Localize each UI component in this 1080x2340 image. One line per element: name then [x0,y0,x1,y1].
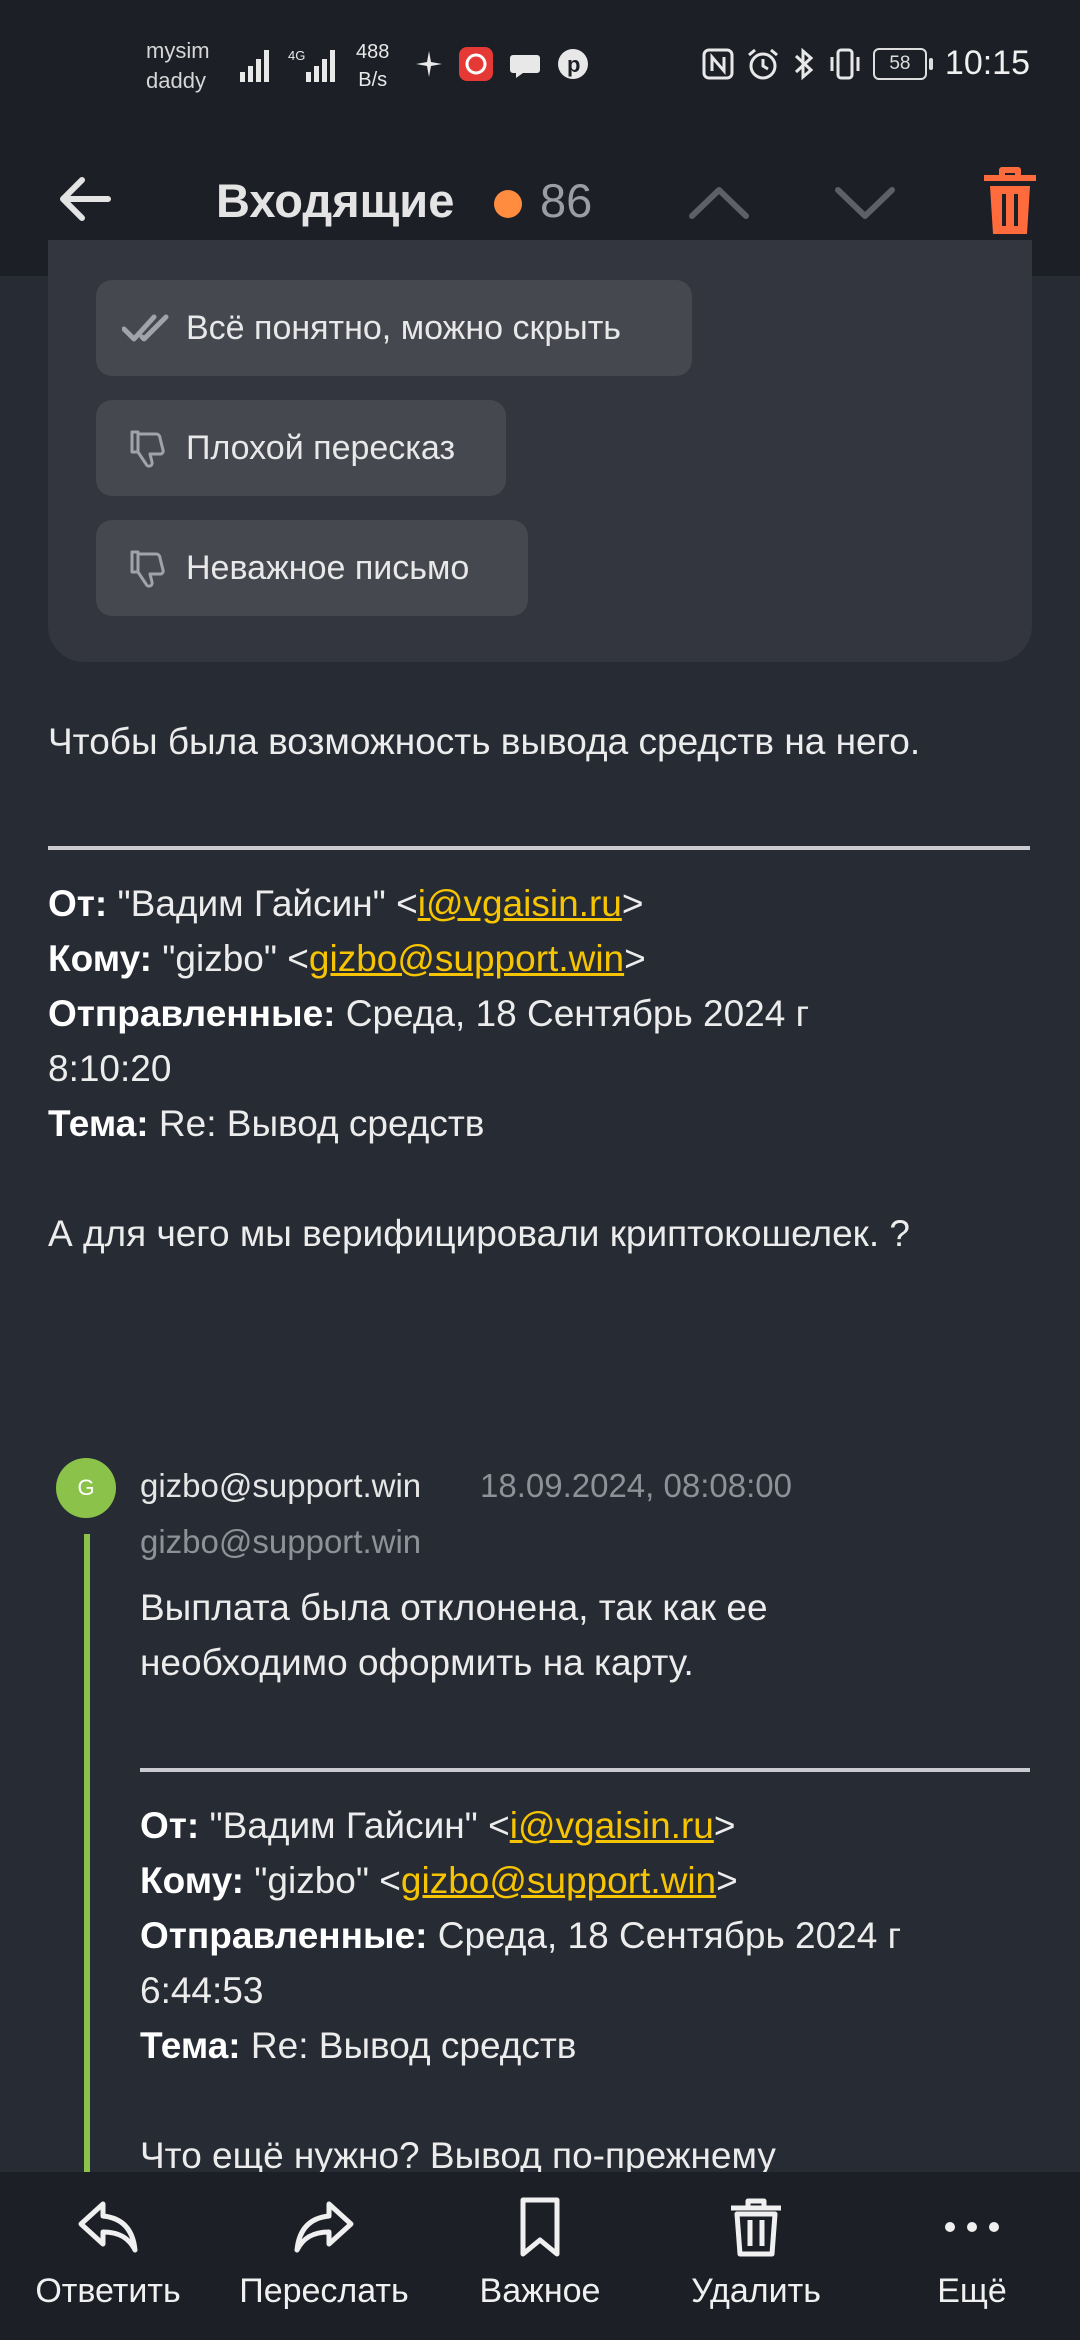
vibrate-icon [830,48,860,79]
more-dots-icon [945,2222,999,2232]
chat-bubble-icon [510,55,540,78]
thread-quoted-header: От: "Вадим Гайсин" <i@vgaisin.ru> Кому: … [140,1798,901,2073]
quoted-subject: Тема: Re: Вывод средств [140,2025,577,2066]
folder-title: Входящие [216,174,455,227]
sender-name[interactable]: gizbo@support.win [140,1462,421,1510]
important-button[interactable]: Важное [432,2172,648,2340]
battery-indicator: 58 [872,47,933,80]
previous-message-icon[interactable] [684,168,754,238]
summary-feedback-card: Всё понятно, можно скрыть Плохой переска… [48,240,1032,662]
message-date: 18.09.2024, 08:08:00 [480,1467,792,1504]
bottom-action-bar: Ответить Переслать Важное Удалить Ещё [0,2172,1080,2340]
thumbs-down-icon [118,428,178,468]
unread-dot [494,190,522,218]
status-bar: mysim daddy 4G 488 B/s p 58 10:15 [0,0,1080,124]
clock: 10:15 [944,44,1030,82]
forward-button[interactable]: Переслать [216,2172,432,2340]
chip-understood[interactable]: Всё понятно, можно скрыть [96,280,692,376]
system-icons: 58 10:15 [701,44,1030,83]
quote-bar [84,1534,90,2174]
forward-icon [294,2201,354,2253]
delete-trash-icon[interactable] [978,162,1042,242]
network-speed: 488 B/s [356,41,390,91]
quoted-from: От: "Вадим Гайсин" <i@vgaisin.ru> [140,1805,736,1846]
trash-icon [731,2198,781,2257]
unread-count: 86 [540,174,593,227]
quoted-sent-time: 6:44:53 [140,1970,264,2011]
more-button[interactable]: Ещё [864,2172,1080,2340]
sender-address: gizbo@support.win [140,1523,422,1560]
avatar[interactable]: G [56,1458,116,1518]
quoted-sent-time: 8:10:20 [48,1048,172,1089]
double-check-icon [118,313,178,343]
next-message-icon[interactable] [830,168,900,238]
email-link[interactable]: i@vgaisin.ru [510,1805,714,1846]
reply-icon [78,2201,138,2253]
quote-divider [48,846,1030,850]
quoted-subject: Тема: Re: Вывод средств [48,1103,485,1144]
bluetooth-icon [794,47,814,80]
quote-divider [140,1768,1030,1772]
chip-bad-summary[interactable]: Плохой пересказ [96,400,506,496]
message-text: Чтобы была возможность вывода средств на… [48,721,921,762]
chip-unimportant[interactable]: Неважное письмо [96,520,528,616]
pinterest-icon: p [558,49,588,79]
email-link[interactable]: gizbo@support.win [309,938,624,979]
bookmark-icon [520,2197,560,2257]
nfc-icon [702,48,734,79]
email-link[interactable]: i@vgaisin.ru [418,883,622,924]
quoted-to: Кому: "gizbo" <gizbo@support.win> [140,1860,738,1901]
svg-text:p: p [567,52,580,77]
quoted-header: От: "Вадим Гайсин" <i@vgaisin.ru> Кому: … [48,876,809,1151]
reply-text: А для чего мы верифицировали криптокошел… [48,1213,910,1254]
quoted-sent: Отправленные: Среда, 18 Сентябрь 2024 г [140,1915,902,1956]
thumbs-down-icon [118,548,178,588]
sparkle-icon [416,51,442,77]
svg-text:4G: 4G [288,48,305,63]
notification-icons: p [414,46,590,82]
reply-button[interactable]: Ответить [0,2172,216,2340]
email-link[interactable]: gizbo@support.win [401,1860,716,1901]
quoted-from: От: "Вадим Гайсин" <i@vgaisin.ru> [48,883,644,924]
quoted-to: Кому: "gizbo" <gizbo@support.win> [48,938,646,979]
back-arrow-icon[interactable] [50,164,120,234]
quoted-sent: Отправленные: Среда, 18 Сентябрь 2024 г [48,993,810,1034]
signal-icon: 4G [240,48,335,82]
carrier-name: mysim daddy [146,38,210,93]
alarm-icon [747,48,778,79]
app-red-icon [459,47,493,81]
thread-body: Выплата была отклонена, так как ее необх… [140,1587,768,1683]
delete-button[interactable]: Удалить [648,2172,864,2340]
